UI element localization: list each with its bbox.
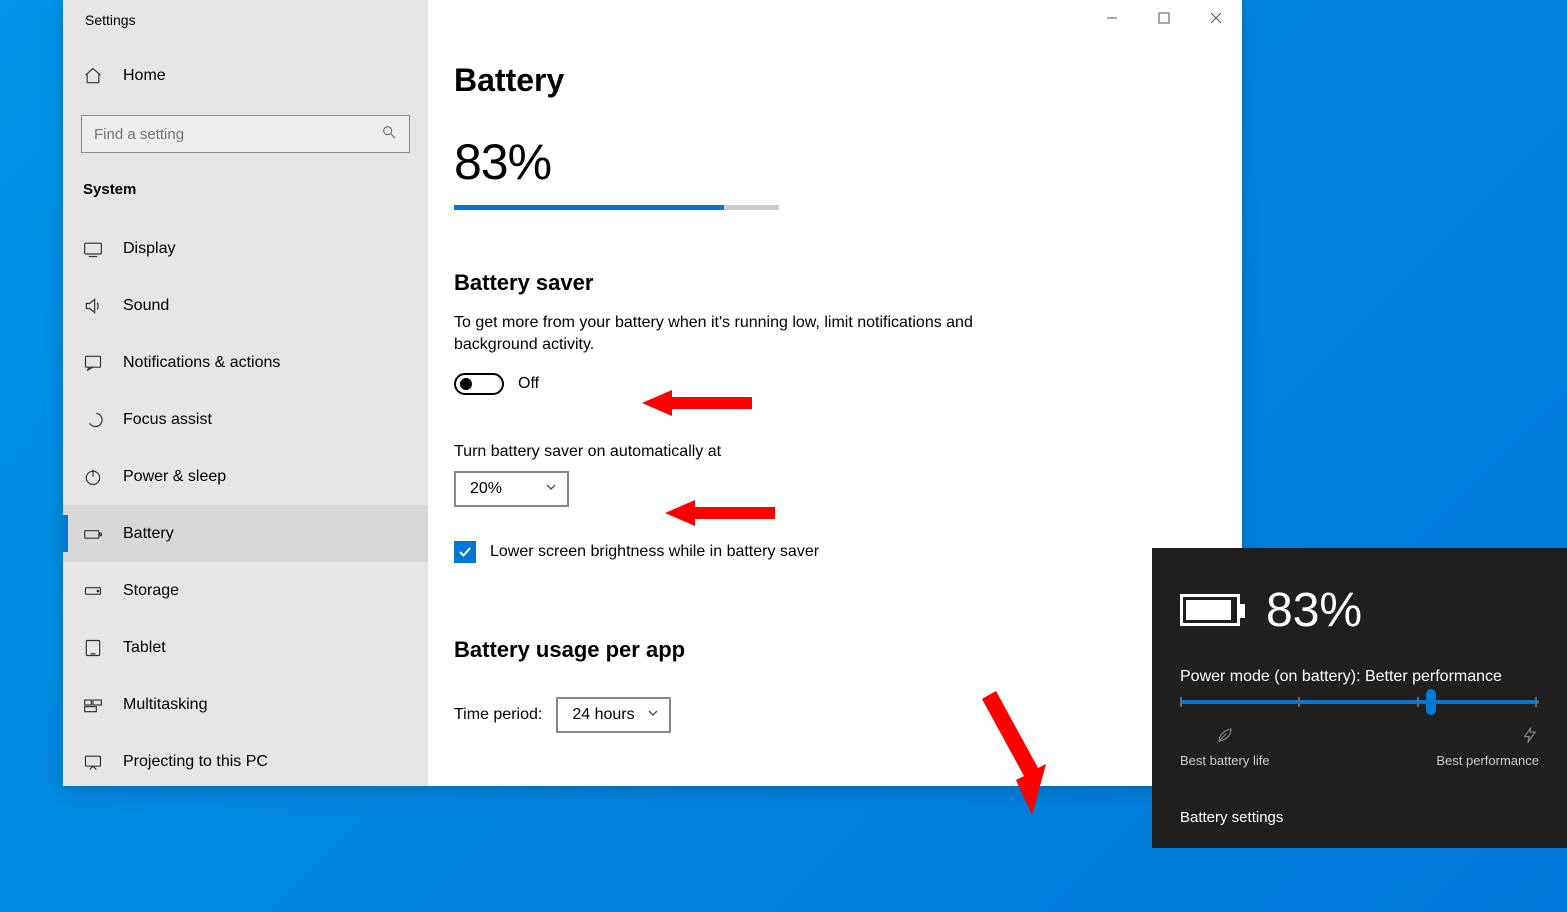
sidebar-item-label: Display [123, 240, 175, 258]
battery-percentage: 83% [454, 133, 1216, 191]
sidebar-item-label: Battery [123, 525, 174, 543]
sidebar-item-power-sleep[interactable]: Power & sleep [63, 448, 428, 505]
bolt-icon [1521, 726, 1539, 747]
sidebar-item-multitasking[interactable]: Multitasking [63, 676, 428, 733]
sidebar-item-sound[interactable]: Sound [63, 277, 428, 334]
battery-settings-link[interactable]: Battery settings [1180, 809, 1283, 826]
power-mode-slider[interactable] [1180, 700, 1539, 704]
sidebar-item-projecting[interactable]: Projecting to this PC [63, 733, 428, 786]
battery-saver-description: To get more from your battery when it's … [454, 312, 994, 373]
lower-brightness-checkbox[interactable] [454, 541, 476, 563]
window-controls [1086, 0, 1242, 36]
toggle-knob [460, 378, 472, 390]
battery-saver-toggle-row: Off [454, 373, 1216, 443]
notifications-icon [83, 353, 103, 373]
nav-list: Display Sound Notifications & actions Fo… [63, 220, 428, 786]
app-title: Settings [63, 0, 428, 52]
time-period-label: Time period: [454, 706, 542, 724]
settings-window: Settings Home System Display Sound [63, 0, 1242, 786]
slider-right-label: Best performance [1436, 753, 1539, 768]
focus-assist-icon [83, 410, 103, 430]
slider-left-label: Best battery life [1180, 753, 1270, 768]
battery-progress-fill [454, 205, 724, 210]
battery-progress-bar [454, 205, 779, 210]
minimize-button[interactable] [1086, 0, 1138, 36]
time-period-row: Time period: 24 hours [454, 679, 1216, 733]
sound-icon [83, 296, 103, 316]
sidebar-item-label: Tablet [123, 639, 166, 657]
sidebar-item-focus-assist[interactable]: Focus assist [63, 391, 428, 448]
display-icon [83, 239, 103, 259]
leaf-icon [1216, 726, 1234, 747]
sidebar-item-label: Multitasking [123, 696, 207, 714]
sidebar: Settings Home System Display Sound [63, 0, 428, 786]
maximize-button[interactable] [1138, 0, 1190, 36]
battery-usage-heading: Battery usage per app [454, 637, 1216, 679]
home-button[interactable]: Home [63, 52, 428, 100]
slider-right-end: Best performance [1436, 726, 1539, 768]
chevron-down-icon [545, 480, 557, 498]
sidebar-item-label: Notifications & actions [123, 354, 280, 372]
lower-brightness-label: Lower screen brightness while in battery… [490, 543, 819, 561]
auto-on-label: Turn battery saver on automatically at [454, 443, 1216, 471]
lower-brightness-row: Lower screen brightness while in battery… [454, 541, 1216, 637]
flyout-battery-percentage: 83% [1266, 583, 1362, 638]
slider-left-end: Best battery life [1180, 726, 1270, 768]
search-icon [381, 124, 397, 145]
tablet-icon [83, 638, 103, 658]
chevron-down-icon [647, 706, 659, 724]
time-period-select[interactable]: 24 hours [556, 697, 671, 733]
projecting-icon [83, 752, 103, 772]
sidebar-item-notifications[interactable]: Notifications & actions [63, 334, 428, 391]
search-box[interactable] [81, 115, 410, 153]
storage-icon [83, 581, 103, 601]
battery-icon [1180, 594, 1240, 626]
sidebar-item-label: Power & sleep [123, 468, 226, 486]
search-input[interactable] [94, 126, 352, 143]
sidebar-item-display[interactable]: Display [63, 220, 428, 277]
multitasking-icon [83, 695, 103, 715]
sidebar-item-tablet[interactable]: Tablet [63, 619, 428, 676]
sidebar-item-label: Storage [123, 582, 179, 600]
home-label: Home [123, 67, 166, 85]
battery-icon-fill [1186, 600, 1231, 620]
close-button[interactable] [1190, 0, 1242, 36]
auto-on-value: 20% [470, 480, 502, 498]
sidebar-item-storage[interactable]: Storage [63, 562, 428, 619]
time-period-value: 24 hours [572, 706, 634, 724]
sidebar-item-label: Projecting to this PC [123, 753, 268, 771]
home-icon [83, 66, 103, 86]
main-content: Battery 83% Battery saver To get more fr… [428, 0, 1242, 786]
battery-flyout: 83% Power mode (on battery): Better perf… [1152, 548, 1567, 848]
power-icon [83, 467, 103, 487]
battery-saver-heading: Battery saver [454, 270, 1216, 312]
battery-saver-toggle[interactable] [454, 373, 504, 395]
power-mode-label: Power mode (on battery): Better performa… [1180, 650, 1539, 700]
sidebar-item-label: Focus assist [123, 411, 212, 429]
battery-icon [83, 524, 103, 544]
slider-end-labels: Best battery life Best performance [1180, 704, 1539, 768]
flyout-header: 83% [1180, 570, 1539, 650]
sidebar-item-label: Sound [123, 297, 169, 315]
slider-thumb[interactable] [1426, 689, 1436, 715]
auto-on-select[interactable]: 20% [454, 471, 569, 507]
category-label: System [63, 171, 428, 220]
sidebar-item-battery[interactable]: Battery [63, 505, 428, 562]
battery-saver-toggle-state: Off [518, 375, 539, 393]
